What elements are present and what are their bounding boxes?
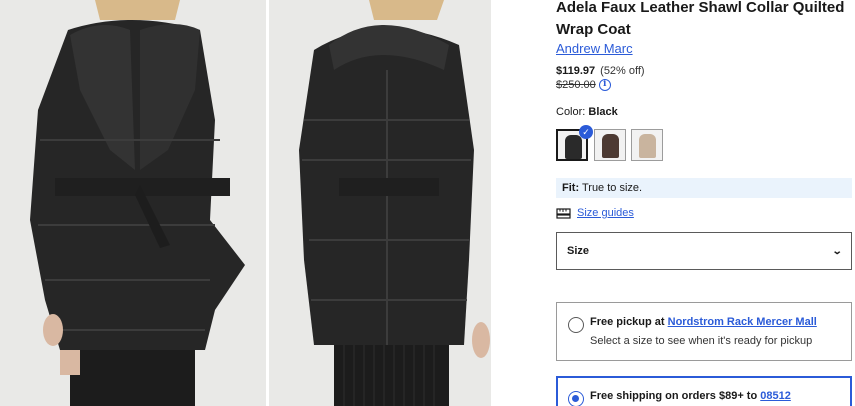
- shipping-zip-link[interactable]: 08512: [760, 390, 791, 402]
- discount-percent: (52% off): [600, 65, 645, 77]
- color-value: Black: [588, 106, 618, 118]
- price-row: $119.97 (52% off): [556, 65, 645, 77]
- fit-value: True to size.: [581, 182, 643, 194]
- coat-back-illustration: [269, 0, 491, 406]
- size-dropdown-label: Size: [567, 245, 590, 257]
- shipping-option[interactable]: Free shipping on orders $89+ to 08512: [556, 376, 852, 406]
- shipping-radio[interactable]: [568, 391, 584, 406]
- current-price: $119.97: [556, 65, 596, 77]
- swatch-image-brown: [602, 134, 619, 158]
- pickup-prefix: Free pickup at: [590, 316, 665, 328]
- shipping-prefix: Free shipping on orders $89+ to: [590, 390, 758, 402]
- size-guide-link[interactable]: Size guides: [556, 207, 634, 219]
- chevron-down-icon: ⌄: [831, 245, 843, 257]
- shipping-heading: Free shipping on orders $89+ to 08512: [590, 390, 791, 402]
- brand-link[interactable]: Andrew Marc: [556, 41, 633, 56]
- swatch-image-tan: [639, 134, 656, 158]
- color-label-row: Color: Black: [556, 106, 618, 118]
- size-dropdown[interactable]: Size ⌄: [556, 232, 852, 270]
- ruler-icon: [556, 207, 571, 219]
- pickup-store-link[interactable]: Nordstrom Rack Mercer Mall: [668, 316, 817, 328]
- product-title: Adela Faux Leather Shawl Collar Quilted …: [556, 0, 845, 38]
- fit-info-box: Fit: True to size.: [556, 178, 852, 198]
- product-image-back[interactable]: [269, 0, 491, 406]
- color-swatch-brown[interactable]: [594, 129, 626, 161]
- fit-label: Fit:: [562, 182, 580, 194]
- product-image-front[interactable]: [0, 0, 266, 406]
- pickup-radio[interactable]: [568, 317, 584, 333]
- selected-check-icon: ✓: [579, 125, 593, 139]
- original-price-row: $250.00 i: [556, 79, 611, 91]
- size-guide-label[interactable]: Size guides: [577, 207, 634, 219]
- pickup-option[interactable]: Free pickup at Nordstrom Rack Mercer Mal…: [556, 302, 852, 361]
- color-swatch-tan[interactable]: [631, 129, 663, 161]
- original-price: $250.00: [556, 79, 596, 91]
- color-label: Color:: [556, 106, 586, 118]
- swatch-image-black: [565, 135, 582, 159]
- coat-front-illustration: [0, 0, 266, 406]
- pickup-heading: Free pickup at Nordstrom Rack Mercer Mal…: [590, 316, 817, 328]
- pickup-note: Select a size to see when it's ready for…: [590, 335, 813, 347]
- price-info-icon[interactable]: i: [598, 79, 611, 91]
